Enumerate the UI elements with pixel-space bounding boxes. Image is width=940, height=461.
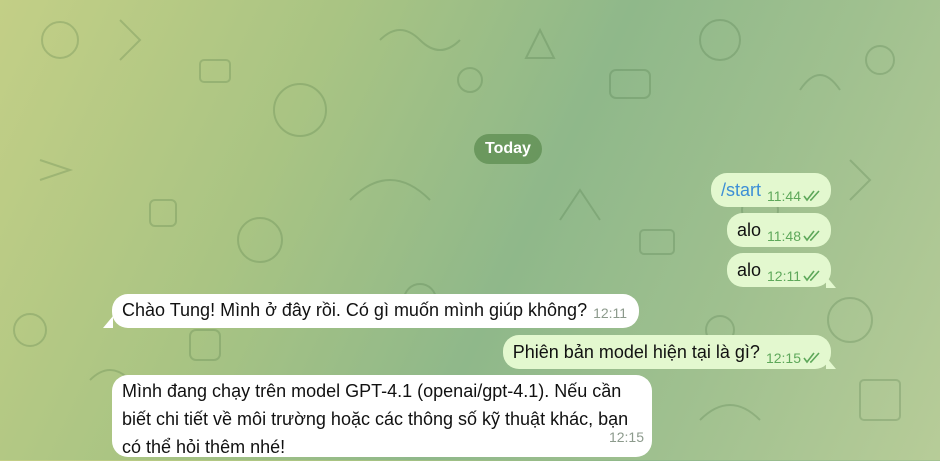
double-check-icon [803,270,820,282]
message-text: Mình đang chạy trên model GPT-4.1 (opena… [122,381,629,457]
message-text: alo [736,220,761,240]
message-bubble-outgoing[interactable]: /start 11:44 [710,173,831,210]
message-time: 12:11 [767,268,801,284]
date-separator: Today [474,134,542,164]
message-meta: 12:11 [593,302,627,324]
double-check-icon [803,230,820,242]
message-meta: 12:15 [766,344,821,372]
message-time: 12:11 [593,305,628,321]
message-meta: 12:15 [609,423,644,451]
bubble-tail [103,316,113,328]
message-time: 12:15 [765,350,801,366]
message-bubble-incoming[interactable]: Chào Tung! Mình ở đây rồi. Có gì muốn mì… [112,294,640,328]
message-text[interactable]: /start [721,176,761,204]
message-bubble-incoming[interactable]: Mình đang chạy trên model GPT-4.1 (opena… [112,375,652,457]
message-text: Chào Tung! Mình ở đây rồi. Có gì muốn mì… [122,300,588,320]
message-time: 11:48 [767,228,801,244]
double-check-icon [803,352,820,364]
message-text: alo [736,260,761,280]
message-text: Phiên bản model hiện tại là gì? [512,342,760,362]
message-meta: 11:44 [767,182,821,210]
message-time: 12:15 [608,429,644,445]
message-meta: 11:48 [767,222,821,250]
message-bubble-outgoing[interactable]: alo 12:11 [726,253,831,290]
message-bubble-outgoing[interactable]: Phiên bản model hiện tại là gì? 12:15 [502,335,831,372]
message-time: 11:44 [767,188,801,204]
message-meta: 12:11 [767,262,821,290]
message-bubble-outgoing[interactable]: alo 11:48 [726,213,831,250]
double-check-icon [803,190,820,202]
